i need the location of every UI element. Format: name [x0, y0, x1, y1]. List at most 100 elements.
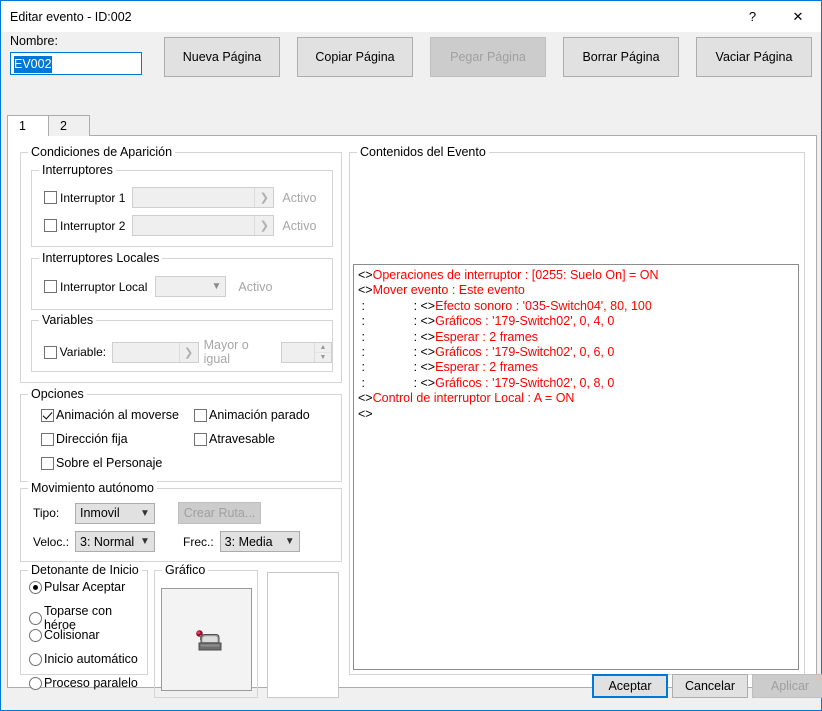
switch-2-label: Interruptor 2	[60, 218, 126, 233]
event-line-text: Gráficos : '179-Switch02', 0, 4, 0	[435, 314, 615, 329]
cancel-button[interactable]: Cancelar	[672, 674, 748, 698]
event-line-text: Esperar : 2 frames	[435, 329, 538, 344]
event-line[interactable]: <>Mover evento : Este evento	[358, 283, 794, 298]
variable-field: ❯	[112, 341, 199, 363]
event-line[interactable]: : : <>Efecto sonoro : '035-Switch04', 80…	[358, 299, 794, 314]
create-route-button: Crear Ruta...	[178, 502, 261, 524]
event-line-mark: <>	[358, 268, 373, 282]
autonomous-movement-group: Movimiento autónomo Tipo: Inmovil ▼ Crea…	[20, 481, 342, 562]
event-line-mark: : : <>	[358, 329, 436, 344]
window-title: Editar evento - ID:002	[10, 9, 132, 24]
tab-page-1[interactable]: 1	[7, 115, 49, 136]
switch-2-checkbox[interactable]	[44, 219, 57, 232]
tab-page-2[interactable]: 2	[48, 115, 90, 136]
event-line-mark: <>	[358, 283, 373, 298]
edit-event-dialog: Editar evento - ID:002 ? ✕ Nombre: EV002…	[0, 0, 822, 711]
switch-1-browse-icon: ❯	[254, 188, 273, 207]
switch-2-field: ❯	[132, 215, 275, 236]
spinner-up-icon: ▲	[314, 343, 331, 353]
page-tabs: 1 2	[7, 115, 817, 136]
chevron-down-icon: ▼	[211, 281, 222, 292]
movement-freq-value: 3: Media	[224, 534, 273, 549]
name-label: Nombre:	[10, 34, 58, 48]
clear-page-button[interactable]: Vaciar Página	[696, 37, 812, 77]
anim-move-label: Animación al moverse	[56, 408, 179, 422]
delete-page-button[interactable]: Borrar Página	[563, 37, 679, 77]
option-fixed-direction[interactable]: Dirección fija	[41, 432, 128, 446]
close-icon[interactable]: ✕	[775, 1, 821, 32]
movement-freq-label: Frec.:	[183, 534, 214, 549]
switch-1-state: Activo	[282, 190, 317, 205]
spinner-arrows: ▲ ▼	[313, 342, 331, 362]
trigger-event-touch-radio[interactable]	[29, 628, 42, 642]
above-character-checkbox[interactable]	[41, 456, 54, 470]
trigger-action-label: Pulsar Aceptar	[44, 580, 126, 594]
help-icon[interactable]: ?	[730, 1, 775, 32]
variable-checkbox[interactable]	[44, 345, 57, 359]
trigger-event-touch-label: Colisionar	[44, 628, 100, 642]
title-bar: Editar evento - ID:002 ? ✕	[1, 1, 821, 32]
event-line-text: Control de interruptor Local : A = ON	[372, 391, 575, 406]
autonomous-movement-legend: Movimiento autónomo	[28, 481, 157, 495]
through-checkbox[interactable]	[194, 432, 207, 446]
option-anim-idle[interactable]: Animación parado	[194, 408, 310, 422]
switches-group: Interruptores Interruptor 1 ❯ Activo Int…	[31, 163, 333, 247]
movement-type-combo[interactable]: Inmovil ▼	[75, 502, 155, 524]
chevron-down-icon: ▼	[284, 536, 295, 547]
event-line-text: Gráficos : '179-Switch02', 0, 6, 0	[435, 345, 615, 360]
through-label: Atravesable	[209, 432, 276, 446]
name-input[interactable]: EV002	[10, 52, 142, 75]
local-switches-group: Interruptores Locales Interruptor Local …	[31, 251, 333, 310]
switch-1-checkbox[interactable]	[44, 191, 57, 204]
tab-page-panel: Condiciones de Aparición Interruptores I…	[7, 135, 817, 698]
trigger-action-button[interactable]: Pulsar Aceptar	[29, 580, 125, 594]
event-line[interactable]: <>Operaciones de interruptor : [0255: Su…	[358, 268, 794, 283]
event-line[interactable]: : : <>Gráficos : '179-Switch02', 0, 6, 0	[358, 345, 794, 360]
appearance-conditions-group: Condiciones de Aparición Interruptores I…	[20, 145, 342, 383]
event-line[interactable]: : : <>Esperar : 2 frames	[358, 330, 794, 345]
trigger-action-radio[interactable]	[29, 580, 42, 594]
event-line-text: Mover evento : Este evento	[372, 283, 525, 298]
options-group: Opciones Animación al moverse Animación …	[20, 387, 342, 482]
event-line[interactable]: : : <>Esperar : 2 frames	[358, 360, 794, 375]
movement-speed-combo[interactable]: 3: Normal ▼	[75, 531, 155, 552]
variable-value-spinner: ▲ ▼	[281, 341, 332, 363]
variables-group: Variables Variable: ❯ Mayor o igual ▲ ▼	[31, 313, 333, 372]
apply-button: Aplicar	[752, 674, 822, 698]
fixed-direction-checkbox[interactable]	[41, 432, 54, 446]
above-character-label: Sobre el Personaje	[56, 456, 163, 470]
variable-browse-icon: ❯	[178, 342, 198, 362]
new-page-button[interactable]: Nueva Página	[164, 37, 280, 77]
name-input-value: EV002	[14, 56, 52, 73]
trigger-event-touch[interactable]: Colisionar	[29, 628, 100, 642]
chevron-down-icon: ▼	[140, 507, 150, 519]
option-through[interactable]: Atravesable	[194, 432, 275, 446]
movement-freq-combo[interactable]: 3: Media ▼	[219, 531, 300, 552]
switch-1-field: ❯	[132, 187, 275, 208]
event-line-mark: : : <>	[358, 345, 436, 360]
accept-button[interactable]: Aceptar	[592, 674, 668, 698]
start-trigger-legend: Detonante de Inicio	[28, 563, 142, 577]
event-line[interactable]: <>Control de interruptor Local : A = ON	[358, 391, 794, 406]
switch-lever-sprite	[195, 629, 221, 650]
fixed-direction-label: Dirección fija	[56, 432, 128, 446]
switch-2-browse-icon: ❯	[254, 216, 273, 235]
event-line-mark: : : <>	[358, 298, 436, 313]
event-line[interactable]: : : <>Gráficos : '179-Switch02', 0, 4, 0	[358, 314, 794, 329]
anim-move-checkbox[interactable]	[41, 408, 54, 422]
local-switch-combo: ▼	[155, 276, 227, 297]
anim-idle-checkbox[interactable]	[194, 408, 207, 422]
option-anim-move[interactable]: Animación al moverse	[41, 408, 179, 422]
variable-label: Variable:	[59, 345, 107, 359]
copy-page-button[interactable]: Copiar Página	[297, 37, 413, 77]
event-line[interactable]: <>	[358, 407, 794, 422]
event-line-mark: : : <>	[358, 375, 436, 390]
event-line[interactable]: : : <>Gráficos : '179-Switch02', 0, 8, 0	[358, 376, 794, 391]
event-contents-list[interactable]: <>Operaciones de interruptor : [0255: Su…	[353, 264, 799, 670]
option-above-character[interactable]: Sobre el Personaje	[41, 456, 162, 470]
movement-speed-label: Veloc.:	[33, 534, 70, 549]
event-line-text: Gráficos : '179-Switch02', 0, 8, 0	[435, 375, 615, 390]
trigger-player-touch-radio[interactable]	[29, 611, 42, 625]
event-line-text: Efecto sonoro : '035-Switch04', 80, 100	[435, 298, 652, 313]
local-switch-checkbox[interactable]	[44, 280, 57, 293]
